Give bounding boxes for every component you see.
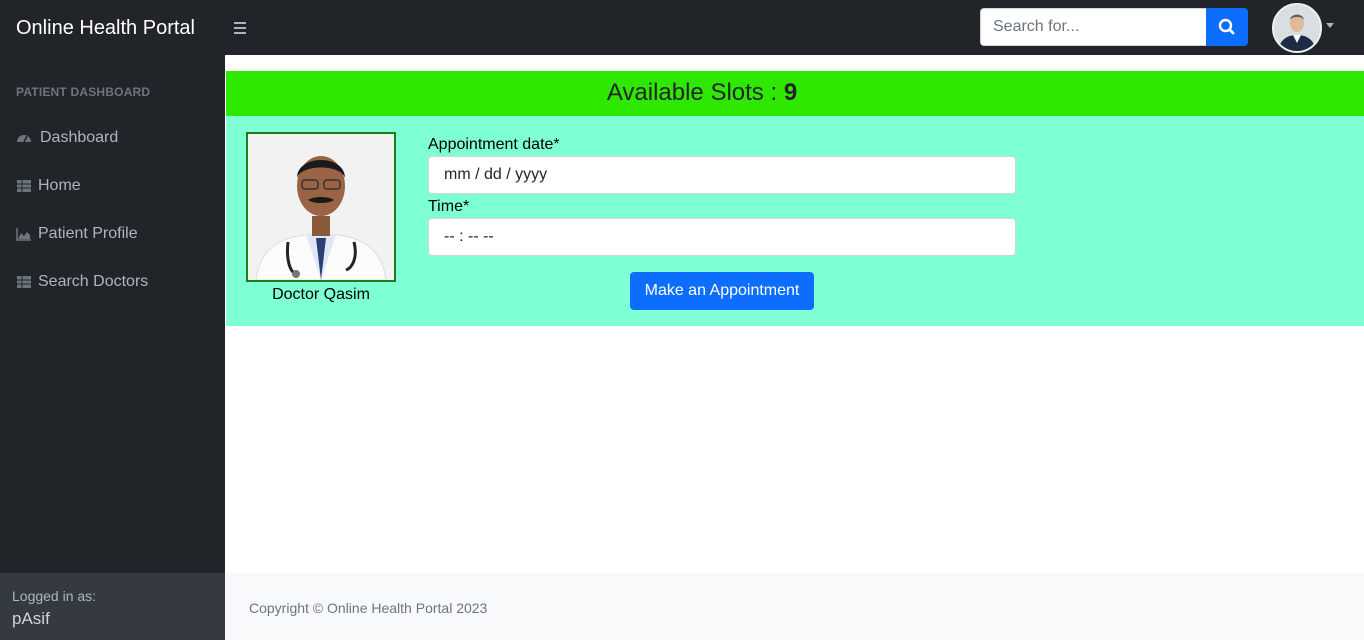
hamburger-icon	[234, 22, 246, 24]
table-icon	[17, 276, 31, 288]
available-slots-bar: Available Slots : 9	[226, 71, 1364, 116]
sidebar-item-label: Home	[38, 177, 81, 194]
doctor-name: Doctor Qasim	[272, 286, 370, 303]
sidebar: PATIENT DASHBOARD Dashboard Home Patient…	[0, 55, 225, 640]
search-input[interactable]	[980, 8, 1206, 46]
hamburger-icon-line	[234, 32, 246, 34]
sidebar-item-home[interactable]: Home	[0, 166, 225, 206]
hamburger-icon-line	[234, 27, 246, 29]
sidebar-toggle-button[interactable]	[231, 15, 249, 41]
main-content: Available Slots : 9 Doctor Qasim Appoint…	[225, 55, 1364, 573]
time-label: Time*	[428, 198, 470, 215]
area-chart-icon	[16, 228, 31, 241]
sidebar-item-search-doctors[interactable]: Search Doctors	[0, 262, 225, 302]
time-input[interactable]: -- : -- --	[428, 218, 1016, 256]
available-slots-heading: Available Slots : 9	[226, 79, 1178, 107]
search-form	[980, 8, 1248, 46]
search-icon	[1218, 18, 1235, 35]
slots-count: 9	[783, 79, 798, 106]
page-footer: Copyright © Online Health Portal 2023	[225, 573, 1364, 640]
doctor-image	[248, 134, 394, 280]
sidebar-footer: Logged in as: pAsif	[0, 573, 225, 640]
doctor-photo	[246, 132, 396, 282]
slots-label: Available Slots :	[606, 79, 778, 106]
table-icon	[17, 180, 31, 192]
sidebar-item-label: Dashboard	[40, 129, 119, 146]
appointment-date-label: Appointment date*	[428, 136, 560, 153]
sidebar-item-patient-profile[interactable]: Patient Profile	[0, 214, 225, 254]
sidebar-item-label: Patient Profile	[38, 225, 138, 242]
brand-title[interactable]: Online Health Portal	[16, 16, 195, 40]
user-avatar[interactable]	[1272, 3, 1322, 53]
top-navbar: Online Health Portal	[0, 0, 1364, 55]
copyright-text: Copyright © Online Health Portal 2023	[249, 600, 488, 616]
user-menu-caret-icon[interactable]	[1326, 23, 1334, 28]
make-appointment-button[interactable]: Make an Appointment	[630, 272, 814, 310]
search-button[interactable]	[1206, 8, 1248, 46]
sidebar-item-label: Search Doctors	[38, 273, 149, 290]
logged-in-username: pAsif	[12, 609, 50, 628]
logged-in-label: Logged in as:	[12, 588, 97, 604]
appointment-date-input[interactable]: mm / dd / yyyy	[428, 156, 1016, 194]
avatar-image	[1274, 5, 1320, 51]
sidebar-item-dashboard[interactable]: Dashboard	[0, 118, 225, 158]
gauge-icon	[17, 135, 31, 143]
appointment-panel: Doctor Qasim Appointment date* mm / dd /…	[226, 116, 1364, 326]
sidebar-heading: PATIENT DASHBOARD	[16, 85, 151, 99]
